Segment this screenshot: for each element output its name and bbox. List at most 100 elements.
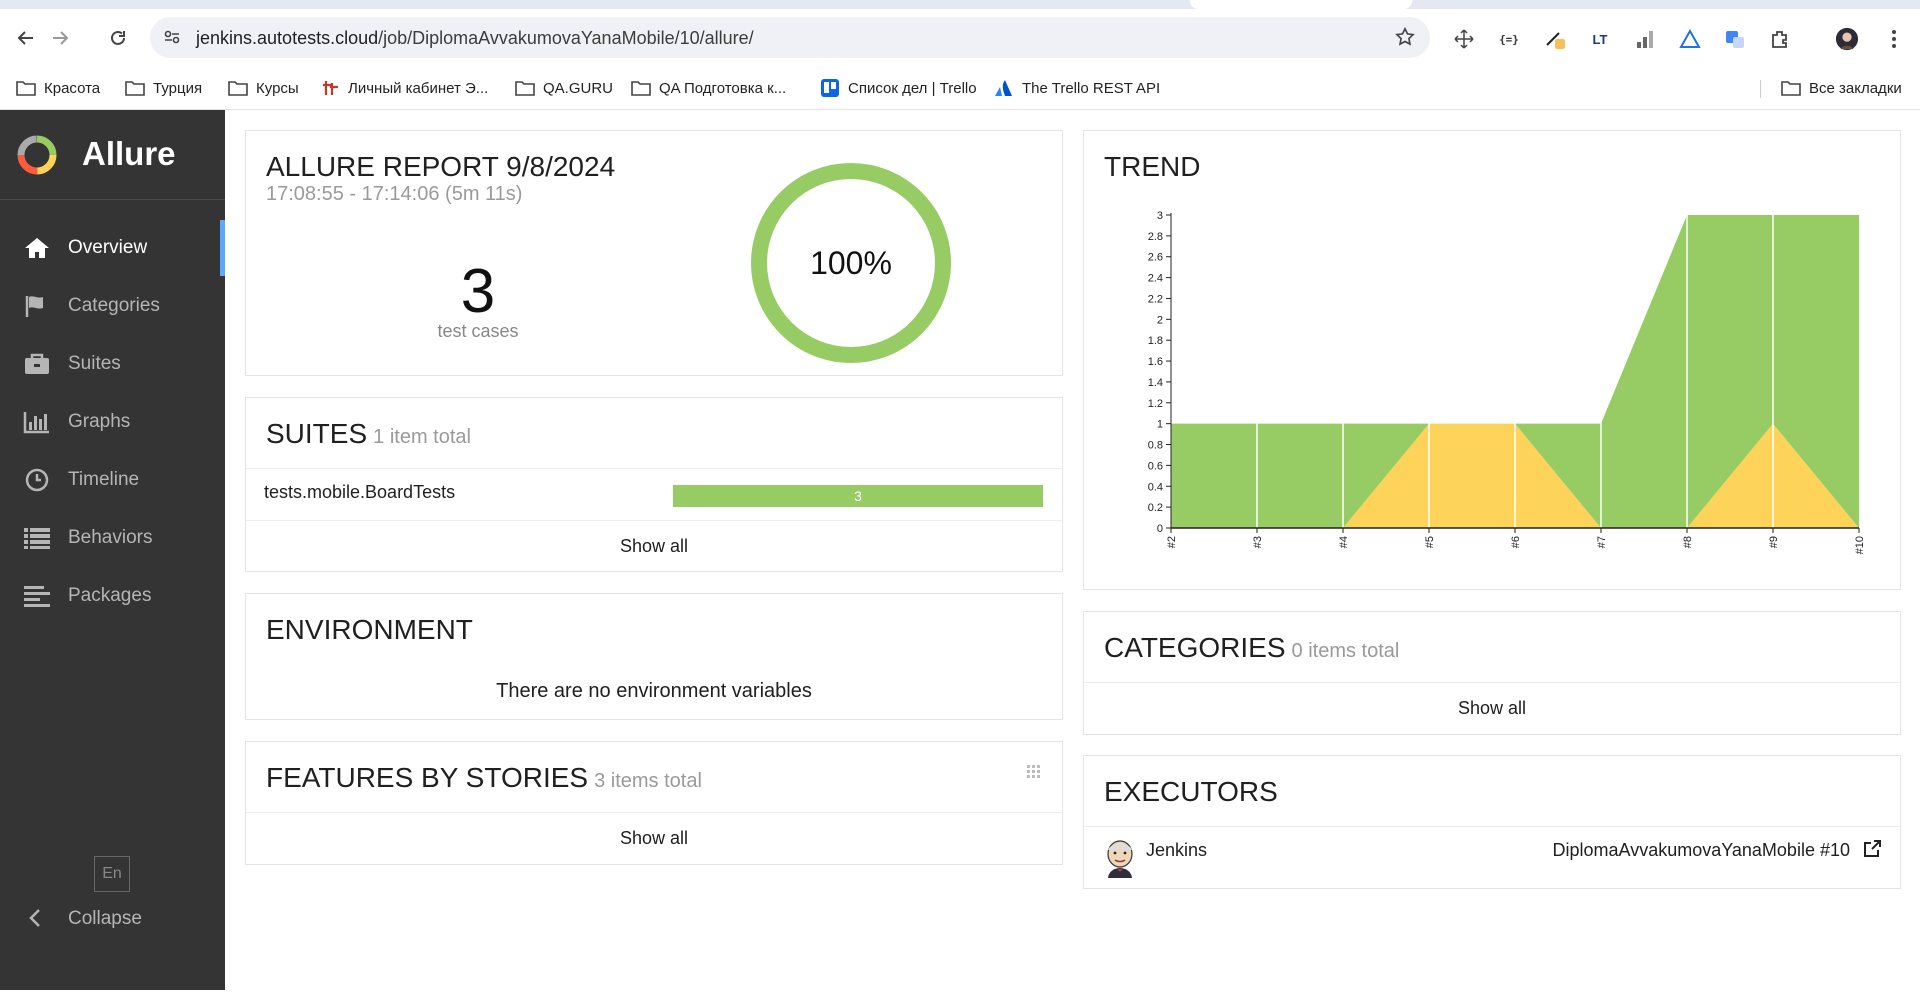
executor-name: Jenkins xyxy=(1146,840,1208,860)
suite-passed-bar[interactable]: 3 xyxy=(673,485,1043,507)
test-cases-label: test cases xyxy=(437,321,519,341)
features-widget: FEATURES BY STORIES 3 items total Show al… xyxy=(245,741,1063,865)
bookmark-item[interactable]: Личный кабинет Э... xyxy=(320,76,488,100)
nav-graphs[interactable]: Graphs xyxy=(0,394,225,450)
suites-widget: SUITES 1 item total tests.mobile.BoardTes… xyxy=(245,397,1063,572)
y-tick-label: 1 xyxy=(1157,419,1163,431)
reload-icon[interactable] xyxy=(106,26,130,50)
x-tick-label: #2 xyxy=(1166,536,1178,548)
summary-widget: ALLURE REPORT 9/8/2024 17:08:55 - 17:14:… xyxy=(245,130,1063,376)
trend-chart[interactable]: 0 0.2 0.4 0.6 0.8 1 1.2 1.4 1.6 1.8 2 2.2 2.4 2.6 2.8 3… xyxy=(1084,131,1900,589)
bar-chart-icon xyxy=(22,407,52,437)
signal-extension-icon[interactable] xyxy=(1633,27,1657,51)
forward-icon[interactable] xyxy=(48,26,72,50)
x-tick-label: #10 xyxy=(1854,536,1866,554)
environment-empty-message: There are no environment variables xyxy=(496,680,812,702)
features-count: 3 items total xyxy=(594,770,702,792)
success-rate: 100% xyxy=(810,244,892,281)
nav-timeline[interactable]: Timeline xyxy=(0,452,225,508)
extensions-puzzle-icon[interactable] xyxy=(1768,27,1792,51)
triangle-extension-icon[interactable] xyxy=(1678,27,1702,51)
bookmark-item[interactable]: QA Подготовка к... xyxy=(631,76,786,100)
translate-extension-icon[interactable] xyxy=(1723,27,1747,51)
bookmark-star-icon[interactable] xyxy=(1394,26,1416,48)
url-text[interactable]: jenkins.autotests.cloud/job/DiplomaAvvak… xyxy=(196,28,754,49)
categories-count: 0 items total xyxy=(1291,640,1400,662)
nav-behaviors[interactable]: Behaviors xyxy=(0,510,225,566)
nav-packages[interactable]: Packages xyxy=(0,568,225,624)
y-tick-label: 0.6 xyxy=(1148,460,1163,472)
executors-title: EXECUTORS xyxy=(1104,776,1278,807)
categories-show-all-link[interactable]: Show all xyxy=(1084,698,1900,719)
report-time-range: 17:08:55 - 17:14:06 (5m 11s) xyxy=(266,183,523,205)
bookmark-item[interactable]: Красота xyxy=(16,76,100,100)
brand-name: Allure xyxy=(82,135,176,172)
test-cases-count: 3 xyxy=(460,257,496,326)
y-tick-label: 1.8 xyxy=(1148,335,1163,347)
language-button[interactable]: En xyxy=(94,856,130,892)
y-tick-label: 1.2 xyxy=(1148,398,1163,410)
folder-icon xyxy=(515,79,535,97)
move-extension-icon[interactable] xyxy=(1452,27,1476,51)
profile-avatar-icon[interactable] xyxy=(1835,27,1859,51)
y-tick-label: 3 xyxy=(1157,210,1163,222)
bookmark-item[interactable]: Курсы xyxy=(228,76,299,100)
y-tick-label: 0.8 xyxy=(1148,440,1163,452)
address-bar[interactable]: jenkins.autotests.cloud/job/DiplomaAvvak… xyxy=(150,17,1430,58)
grid-drag-icon[interactable] xyxy=(1026,764,1042,780)
bookmark-item[interactable]: Турция xyxy=(125,76,202,100)
briefcase-icon xyxy=(22,349,52,379)
executors-widget: EXECUTORS Jenkins DiplomaAvvakumovaYanaM… xyxy=(1083,755,1901,889)
home-icon xyxy=(22,233,52,263)
folder-icon xyxy=(631,79,651,97)
all-bookmarks-button[interactable]: Все закладки xyxy=(1781,76,1902,100)
nav-overview[interactable]: Overview xyxy=(0,220,225,276)
x-tick-label: #7 xyxy=(1596,536,1608,548)
json-extension-icon[interactable]: {=} xyxy=(1497,27,1521,51)
picker-extension-icon[interactable] xyxy=(1543,27,1567,51)
table-row[interactable]: tests.mobile.BoardTests 3 xyxy=(246,468,1062,520)
bookmark-item[interactable]: The Trello REST API xyxy=(994,76,1160,100)
flag-icon xyxy=(22,291,52,321)
suites-count: 1 item total xyxy=(373,426,471,448)
back-icon[interactable] xyxy=(14,26,38,50)
y-tick-label: 2.2 xyxy=(1148,293,1163,305)
bookmark-item[interactable]: QA.GURU xyxy=(515,76,613,100)
x-tick-label: #6 xyxy=(1510,536,1522,548)
y-tick-label: 1.6 xyxy=(1148,356,1163,368)
jenkins-avatar-icon xyxy=(1107,840,1133,878)
x-tick-label: #5 xyxy=(1424,536,1436,548)
features-title: FEATURES BY STORIES 3 items total xyxy=(266,762,702,793)
y-tick-label: 0.2 xyxy=(1148,502,1163,514)
categories-title: CATEGORIES 0 items total xyxy=(1104,632,1400,663)
folder-icon xyxy=(228,79,248,97)
y-tick-label: 0 xyxy=(1157,523,1163,535)
suites-show-all-link[interactable]: Show all xyxy=(246,536,1062,557)
executor-row: Jenkins DiplomaAvvakumovaYanaMobile #10 xyxy=(1084,826,1900,882)
lt-extension-icon[interactable]: LT xyxy=(1588,27,1612,51)
nav-suites[interactable]: Suites xyxy=(0,336,225,392)
divider xyxy=(246,520,1062,521)
x-tick-label: #8 xyxy=(1682,536,1694,548)
collapse-button[interactable]: Collapse xyxy=(0,900,225,940)
categories-widget: CATEGORIES 0 items total Show all xyxy=(1083,611,1901,735)
nav-categories[interactable]: Categories xyxy=(0,278,225,334)
clock-icon xyxy=(22,465,52,495)
external-link-icon[interactable] xyxy=(1862,839,1882,859)
browser-toolbar: jenkins.autotests.cloud/job/DiplomaAvvak… xyxy=(0,9,1920,66)
align-left-icon xyxy=(22,581,52,611)
folder-icon xyxy=(16,79,36,97)
site-icon xyxy=(320,79,340,97)
features-show-all-link[interactable]: Show all xyxy=(246,828,1062,849)
folder-icon xyxy=(1781,79,1801,97)
divider xyxy=(1084,682,1900,683)
list-icon xyxy=(22,523,52,553)
brand[interactable]: Allure xyxy=(0,110,225,200)
executor-build-link[interactable]: DiplomaAvvakumovaYanaMobile #10 xyxy=(1552,840,1850,861)
allure-app: Allure Overview Categories Suites Graphs… xyxy=(0,110,1920,990)
browser-menu-icon[interactable] xyxy=(1882,27,1906,51)
bookmark-item[interactable]: Список дел | Trello xyxy=(820,76,977,100)
active-tab[interactable] xyxy=(1190,0,1412,9)
environment-title: ENVIRONMENT xyxy=(266,614,473,645)
site-info-icon[interactable] xyxy=(162,27,182,47)
